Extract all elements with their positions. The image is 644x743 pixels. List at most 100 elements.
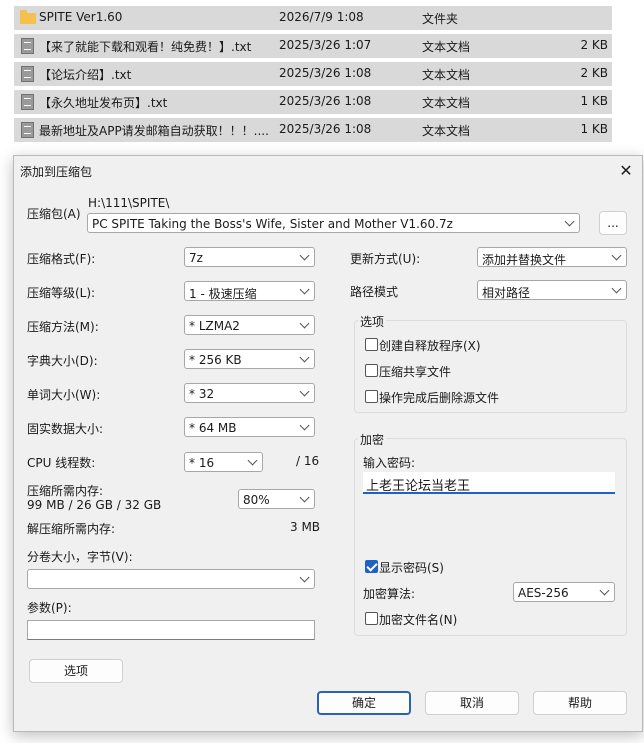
archive-name: PC SPITE Taking the Boss's Wife, Sister … <box>92 217 453 231</box>
threads-select[interactable]: * 16 <box>184 452 263 472</box>
update-select[interactable]: 添加并替换文件 <box>477 247 627 267</box>
archive-label: 压缩包(A) <box>27 207 81 221</box>
level-label: 压缩等级(L): <box>27 286 96 300</box>
word-label: 单词大小(W): <box>27 388 101 402</box>
chevron-down-icon <box>299 492 310 503</box>
format-value: 7z <box>189 251 203 265</box>
file-date: 2025/3/26 1:08 <box>279 66 372 80</box>
options-group-label: 选项 <box>358 313 387 330</box>
path-value: 相对路径 <box>482 286 531 300</box>
chevron-down-icon <box>299 284 310 295</box>
level-select[interactable]: 1 - 极速压缩 <box>184 281 315 301</box>
browse-button[interactable]: ... <box>599 211 627 235</box>
file-type: 文本文档 <box>422 40 471 54</box>
text-file-icon <box>21 94 34 110</box>
mem-detail: 99 MB / 26 GB / 32 GB <box>27 498 162 512</box>
file-date: 2025/3/26 1:08 <box>279 94 372 108</box>
file-name: 【永久地址发布页】.txt <box>39 96 168 110</box>
method-label: 压缩方法(M): <box>27 320 99 334</box>
solid-select[interactable]: * 64 MB <box>184 417 315 437</box>
close-icon[interactable]: ✕ <box>616 161 636 181</box>
chevron-down-icon <box>611 250 622 261</box>
file-row[interactable]: 【永久地址发布页】.txt 2025/3/26 1:08 文本文档 1 KB <box>14 90 612 114</box>
split-select[interactable] <box>27 569 315 589</box>
file-size: 2 KB <box>580 38 608 52</box>
params-input[interactable] <box>27 620 315 640</box>
update-label: 更新方式(U): <box>350 252 421 266</box>
sfx-label: 创建自释放程序(X) <box>379 339 481 353</box>
dialog-title: 添加到压缩包 <box>20 165 93 179</box>
file-date: 2025/3/26 1:08 <box>279 122 372 136</box>
params-label: 参数(P): <box>27 601 72 615</box>
text-file-icon <box>21 38 34 54</box>
file-name: SPITE Ver1.60 <box>39 10 123 24</box>
encryption-group-label: 加密 <box>358 431 387 448</box>
algorithm-label: 加密算法: <box>363 587 416 601</box>
file-row[interactable]: 【论坛介绍】.txt 2025/3/26 1:08 文本文档 2 KB <box>14 62 612 86</box>
file-size: 1 KB <box>580 122 608 136</box>
show-password-checkbox[interactable] <box>365 560 378 573</box>
chevron-down-icon <box>299 318 310 329</box>
algorithm-select[interactable]: AES-256 <box>513 582 615 602</box>
solid-label: 固实数据大小: <box>27 422 104 436</box>
threads-total: / 16 <box>296 454 320 468</box>
mem-label: 压缩所需内存: <box>27 484 104 498</box>
delete-source-checkbox[interactable] <box>365 390 378 403</box>
mem-percent-value: 80% <box>243 493 270 507</box>
dict-label: 字典大小(D): <box>27 354 98 368</box>
file-date: 2026/7/9 1:08 <box>279 10 364 24</box>
file-size: 2 KB <box>580 66 608 80</box>
chevron-down-icon <box>611 283 622 294</box>
folder-icon <box>20 10 36 24</box>
encrypt-names-checkbox[interactable] <box>365 612 378 625</box>
file-row[interactable]: 【来了就能下载和观看！纯免费！】.txt 2025/3/26 1:07 文本文档… <box>14 34 612 58</box>
password-value: 上老王论坛当老王 <box>366 479 471 494</box>
sfx-checkbox[interactable] <box>365 338 378 351</box>
mem-percent-select[interactable]: 80% <box>238 489 315 509</box>
file-type: 文本文档 <box>422 96 471 110</box>
text-file-icon <box>21 122 34 138</box>
password-input[interactable]: 上老王论坛当老王 <box>363 472 615 494</box>
archive-path: H:\111\SPITE\ <box>88 196 170 210</box>
chevron-down-icon <box>299 250 310 261</box>
encrypt-names-label: 加密文件名(N) <box>379 613 458 627</box>
cancel-button[interactable]: 取消 <box>425 691 519 715</box>
chevron-down-icon <box>247 455 258 466</box>
options-button[interactable]: 选项 <box>29 659 123 683</box>
help-button[interactable]: 帮助 <box>533 691 627 715</box>
password-label: 输入密码: <box>363 456 416 470</box>
shared-checkbox[interactable] <box>365 364 378 377</box>
path-label: 路径模式 <box>350 285 399 299</box>
method-value: * LZMA2 <box>189 319 240 333</box>
file-name: 最新地址及APP请发邮箱自动获取！！！.... <box>39 124 269 138</box>
threads-value: * 16 <box>189 456 215 470</box>
level-value: 1 - 极速压缩 <box>189 287 257 301</box>
word-select[interactable]: * 32 <box>184 383 315 403</box>
solid-value: * 64 MB <box>189 421 237 435</box>
decomp-value: 3 MB <box>290 520 321 534</box>
show-password-label: 显示密码(S) <box>379 561 444 575</box>
file-type: 文件夹 <box>422 12 459 26</box>
file-name: 【来了就能下载和观看！纯免费！】.txt <box>39 40 252 54</box>
add-to-archive-dialog: 添加到压缩包 ✕ 压缩包(A) H:\111\SPITE\ PC SPITE T… <box>13 155 643 732</box>
dict-select[interactable]: * 256 KB <box>184 349 315 369</box>
path-select[interactable]: 相对路径 <box>477 280 627 300</box>
algorithm-value: AES-256 <box>518 586 569 600</box>
shared-label: 压缩共享文件 <box>379 365 452 379</box>
file-row[interactable]: SPITE Ver1.60 2026/7/9 1:08 文件夹 <box>14 6 612 30</box>
chevron-down-icon <box>299 386 310 397</box>
format-select[interactable]: 7z <box>184 247 315 267</box>
chevron-down-icon <box>599 585 610 596</box>
method-select[interactable]: * LZMA2 <box>184 315 315 335</box>
word-value: * 32 <box>189 387 215 401</box>
archive-name-combo[interactable]: PC SPITE Taking the Boss's Wife, Sister … <box>87 213 580 233</box>
file-date: 2025/3/26 1:07 <box>279 38 372 52</box>
decomp-label: 解压缩所需内存: <box>27 522 116 536</box>
ok-button[interactable]: 确定 <box>317 691 411 715</box>
file-row[interactable]: 最新地址及APP请发邮箱自动获取！！！.... 2025/3/26 1:08 文… <box>14 118 612 142</box>
chevron-down-icon <box>299 420 310 431</box>
chevron-down-icon <box>299 352 310 363</box>
format-label: 压缩格式(F): <box>27 252 96 266</box>
threads-label: CPU 线程数: <box>27 456 96 470</box>
delete-source-label: 操作完成后删除源文件 <box>379 391 500 405</box>
